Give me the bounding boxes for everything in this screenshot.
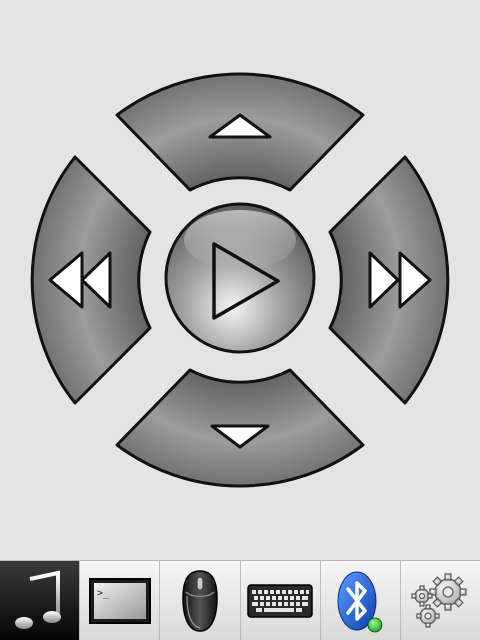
connection-status-indicator xyxy=(367,617,383,632)
mouse-icon xyxy=(182,569,218,632)
tab-mouse[interactable] xyxy=(160,561,241,640)
bluetooth-icon xyxy=(337,571,383,632)
media-dpad xyxy=(30,72,450,488)
up-button[interactable] xyxy=(115,72,365,192)
music-note-icon xyxy=(14,570,61,629)
keyboard-icon xyxy=(247,583,313,618)
gears-icon xyxy=(411,572,468,628)
play-button[interactable] xyxy=(164,202,316,354)
bottom-tab-bar: >_ xyxy=(0,560,480,640)
rewind-button[interactable] xyxy=(30,155,152,405)
tab-music[interactable] xyxy=(0,561,81,640)
fast-forward-button[interactable] xyxy=(328,155,450,405)
tab-settings[interactable] xyxy=(401,561,480,640)
terminal-icon: >_ xyxy=(88,577,151,624)
terminal-prompt-text: >_ xyxy=(97,588,110,599)
tab-bluetooth[interactable] xyxy=(321,561,401,640)
tab-keyboard[interactable] xyxy=(241,561,321,640)
remote-control-screen: >_ xyxy=(0,0,480,640)
down-button[interactable] xyxy=(115,368,365,488)
tab-terminal[interactable]: >_ xyxy=(80,561,161,640)
